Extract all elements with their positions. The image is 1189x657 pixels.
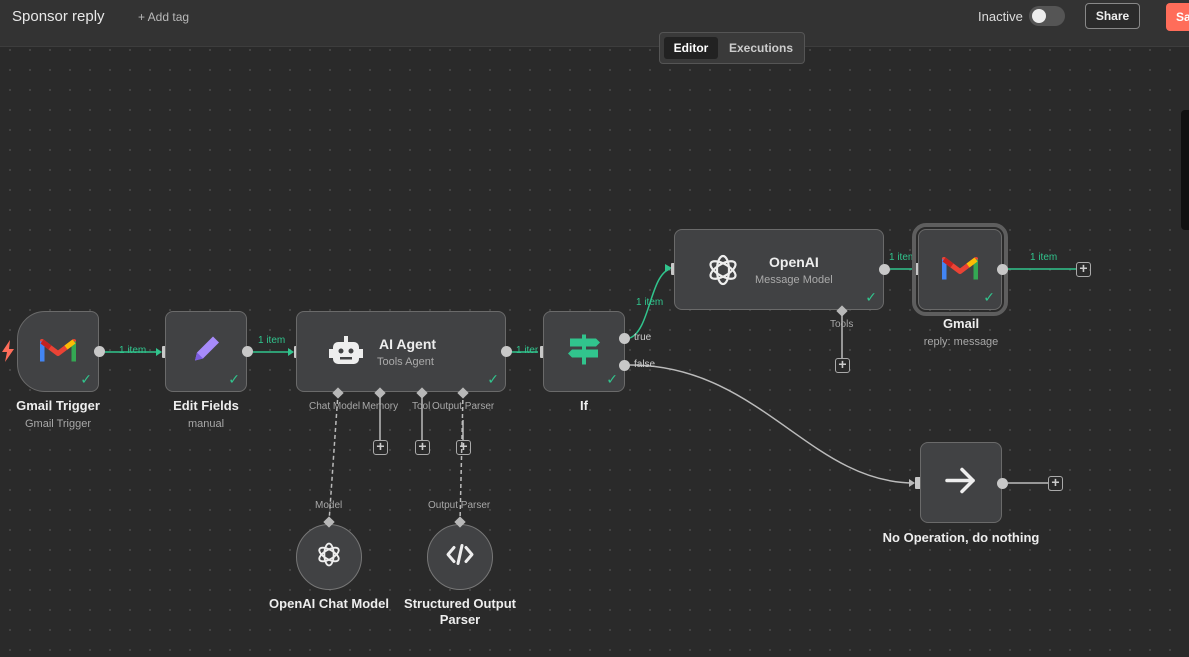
success-check-icon: ✓	[80, 371, 92, 387]
port-label-tool: Tool	[412, 401, 431, 412]
output-port-false[interactable]	[619, 360, 630, 371]
node-openai-chat-model[interactable]	[296, 524, 362, 590]
pencil-icon	[189, 332, 223, 371]
ai-agent-title: AI Agent	[379, 336, 437, 352]
output-port-true[interactable]	[619, 333, 630, 344]
node-edit-fields[interactable]: ✓	[165, 311, 247, 392]
arrow-right-icon	[945, 466, 977, 499]
if-false-label: false	[634, 359, 656, 370]
gmail-icon	[941, 253, 979, 286]
node-ai-agent[interactable]: AI Agent Tools Agent ✓	[296, 311, 506, 392]
port-label-memory: Memory	[362, 401, 399, 412]
output-port[interactable]	[242, 346, 253, 357]
openai-icon	[705, 252, 741, 293]
success-check-icon: ✓	[606, 371, 618, 387]
port-label-chat-model: Chat Model	[309, 401, 361, 412]
edge-if-noop[interactable]	[629, 364, 915, 484]
gmail-title: Gmail	[942, 316, 980, 331]
output-port[interactable]	[94, 346, 105, 357]
edit-fields-subtitle: manual	[187, 418, 225, 430]
node-openai[interactable]: OpenAI Message Model ✓	[674, 229, 884, 310]
trigger-bolt-icon	[2, 340, 14, 367]
node-gmail-trigger[interactable]: ✓	[17, 311, 99, 392]
connection-item-count: 1 item	[1030, 252, 1058, 263]
output-port[interactable]	[501, 346, 512, 357]
edit-fields-title: Edit Fields	[173, 398, 239, 413]
openai-icon	[315, 541, 343, 574]
port-label-model: Model	[315, 500, 343, 511]
openai-title: OpenAI	[769, 254, 819, 270]
openai-chat-model-title: OpenAI Chat Model	[269, 596, 389, 611]
connection-item-count: 1 item	[119, 345, 147, 356]
gmail-icon	[39, 335, 77, 368]
connection-item-count: 1 item	[636, 297, 664, 308]
node-if[interactable]: ✓	[543, 311, 625, 392]
add-output-parser-button[interactable]: +	[456, 439, 471, 455]
success-check-icon: ✓	[983, 289, 995, 305]
node-structured-output-parser[interactable]	[427, 524, 493, 590]
output-port[interactable]	[997, 478, 1008, 489]
add-tool-button[interactable]: +	[415, 439, 430, 455]
port-label-tools: Tools	[830, 319, 854, 330]
ai-agent-subtitle: Tools Agent	[377, 356, 434, 368]
add-node-after-gmail-button[interactable]: +	[1076, 261, 1091, 277]
signpost-icon	[567, 332, 601, 371]
robot-icon	[329, 336, 363, 373]
output-port[interactable]	[997, 264, 1008, 275]
if-true-label: true	[634, 332, 652, 343]
connection-item-count: 1 item	[258, 335, 286, 346]
port-label-output-parser-sub: Output Parser	[428, 500, 491, 511]
node-gmail[interactable]: ✓	[912, 223, 1008, 316]
connection-item-count: 1 item	[889, 252, 917, 263]
port-label-output-parser: Output Parser	[432, 401, 495, 412]
add-node-after-noop-button[interactable]: +	[1048, 475, 1063, 491]
structured-output-parser-title: Structured Output Parser	[404, 596, 516, 627]
connection-item-count: 1 item	[516, 345, 538, 356]
success-check-icon: ✓	[865, 289, 877, 305]
gmail-trigger-title: Gmail Trigger	[16, 398, 100, 413]
no-op-title: No Operation, do nothing	[882, 530, 1040, 545]
success-check-icon: ✓	[228, 371, 240, 387]
code-icon	[446, 544, 474, 571]
success-check-icon: ✓	[487, 371, 499, 387]
gmail-trigger-subtitle: Gmail Trigger	[24, 418, 92, 430]
openai-subtitle: Message Model	[755, 274, 833, 286]
if-title: If	[580, 398, 588, 413]
gmail-subtitle: reply: message	[923, 336, 999, 348]
add-tools-button[interactable]: +	[835, 357, 850, 373]
node-no-operation[interactable]	[920, 442, 1002, 523]
add-memory-button[interactable]: +	[373, 439, 388, 455]
output-port[interactable]	[879, 264, 890, 275]
